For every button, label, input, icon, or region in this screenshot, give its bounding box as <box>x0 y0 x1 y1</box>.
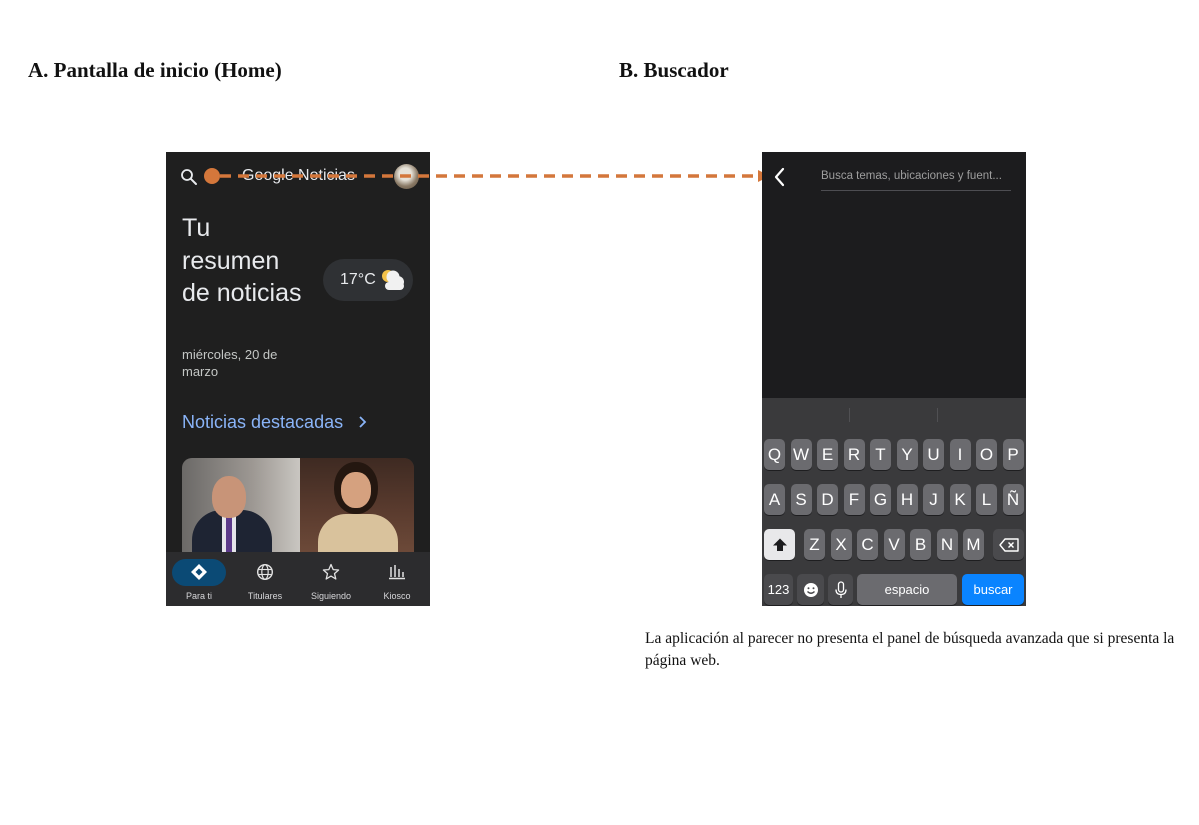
delete-key[interactable] <box>993 529 1024 560</box>
key-p[interactable]: P <box>1002 439 1024 470</box>
key-l[interactable]: L <box>976 484 997 515</box>
photo-man-tie <box>226 516 232 552</box>
key-x[interactable]: X <box>830 529 852 560</box>
search-input[interactable]: Busca temas, ubicaciones y fuent... <box>821 170 1011 191</box>
search-screen: Busca temas, ubicaciones y fuent... Q W … <box>762 152 1026 606</box>
weather-chip[interactable]: 17°C <box>323 259 413 301</box>
for-you-icon <box>191 564 207 580</box>
photo-woman-face <box>341 472 371 508</box>
newsstand-icon <box>389 565 405 580</box>
page-title: Tu resumen de noticias <box>182 214 302 307</box>
search-icon[interactable] <box>180 168 198 186</box>
nav-label: Titulares <box>247 591 283 601</box>
key-f[interactable]: F <box>843 484 865 515</box>
nav-item-titulares[interactable]: Titulares <box>232 552 298 606</box>
temperature-label: 17°C <box>340 271 376 288</box>
news-photo[interactable] <box>182 458 414 554</box>
nav-label: Kiosco <box>383 591 411 601</box>
chevron-right-icon <box>359 416 367 428</box>
nav-item-para-ti[interactable]: Para ti <box>166 552 232 606</box>
key-e[interactable]: E <box>817 439 838 470</box>
key-k[interactable]: K <box>949 484 971 515</box>
microphone-icon <box>834 580 847 598</box>
numbers-key[interactable]: 123 <box>764 574 793 605</box>
bottom-nav: Para ti Titulares Siguiendo Kiosco <box>166 552 430 606</box>
key-b[interactable]: B <box>910 529 931 560</box>
key-i[interactable]: I <box>949 439 971 470</box>
arrow-start-dot <box>204 168 220 184</box>
suggestion-divider <box>849 408 850 422</box>
key-y[interactable]: Y <box>896 439 918 470</box>
space-key[interactable]: espacio <box>857 574 957 605</box>
key-o[interactable]: O <box>976 439 997 470</box>
emoji-key[interactable] <box>797 574 824 605</box>
globe-icon <box>256 563 274 581</box>
suggestion-divider <box>937 408 938 422</box>
key-c[interactable]: C <box>857 529 878 560</box>
nav-item-siguiendo[interactable]: Siguiendo <box>298 552 364 606</box>
back-arrow-icon[interactable] <box>772 166 788 188</box>
nav-item-kiosco[interactable]: Kiosco <box>364 552 430 606</box>
key-w[interactable]: W <box>790 439 812 470</box>
photo-left-panel <box>182 458 300 554</box>
search-submit-key[interactable]: buscar <box>962 574 1024 605</box>
photo-woman-body <box>318 514 398 554</box>
microphone-key[interactable] <box>828 574 853 605</box>
key-j[interactable]: J <box>923 484 944 515</box>
shift-arrow-icon <box>772 538 787 551</box>
key-r[interactable]: R <box>843 439 865 470</box>
key-q[interactable]: Q <box>764 439 785 470</box>
key-a[interactable]: A <box>764 484 785 515</box>
date-label: miércoles, 20 de marzo <box>182 347 278 379</box>
nav-label: Para ti <box>185 591 212 601</box>
key-s[interactable]: S <box>790 484 812 515</box>
key-d[interactable]: D <box>817 484 838 515</box>
section-b-heading: B. Buscador <box>619 58 729 82</box>
emoji-icon <box>803 582 818 597</box>
keyboard: Q W E R T Y U I O P A S D F G H J K L Ñ … <box>762 398 1026 606</box>
section-a-heading: A. Pantalla de inicio (Home) <box>28 58 282 82</box>
key-t[interactable]: T <box>870 439 891 470</box>
key-u[interactable]: U <box>923 439 944 470</box>
home-screen: Google Noticias Tu resumen de noticias m… <box>166 152 430 606</box>
star-icon <box>322 563 340 580</box>
key-n[interactable]: N <box>936 529 958 560</box>
backspace-icon <box>998 537 1019 552</box>
nav-label: Siguiendo <box>310 591 352 601</box>
key-m[interactable]: M <box>963 529 984 560</box>
photo-man-head <box>212 476 246 518</box>
key-n-tilde[interactable]: Ñ <box>1002 484 1024 515</box>
key-g[interactable]: G <box>870 484 891 515</box>
key-h[interactable]: H <box>896 484 918 515</box>
shift-key[interactable] <box>764 529 795 560</box>
partly-cloudy-icon <box>382 270 404 290</box>
key-v[interactable]: V <box>883 529 905 560</box>
key-z[interactable]: Z <box>804 529 825 560</box>
photo-right-panel <box>300 458 414 554</box>
observation-note: La aplicación al parecer no presenta el … <box>645 630 1175 669</box>
flow-arrow <box>204 168 770 184</box>
featured-news-link[interactable]: Noticias destacadas <box>182 412 343 433</box>
